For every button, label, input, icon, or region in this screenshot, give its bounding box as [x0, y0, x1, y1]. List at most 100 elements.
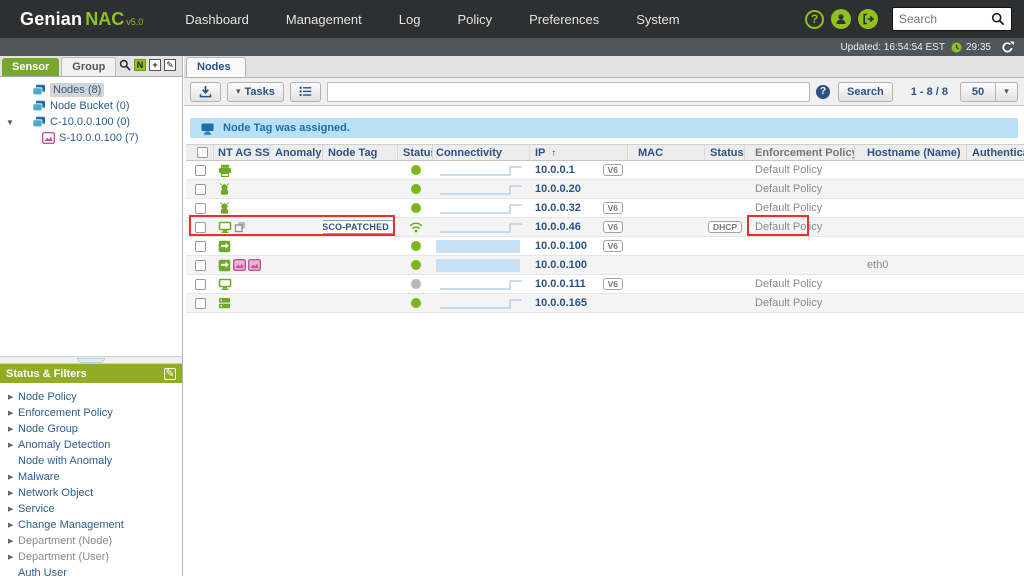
brand-logo[interactable]: Genian NAC v5.0 — [20, 9, 143, 30]
tree-search-icon[interactable] — [119, 59, 131, 71]
header-enforcement-policy[interactable]: Enforcement Policy — [745, 145, 855, 160]
expand-arrow-icon[interactable]: ▶ — [8, 441, 18, 449]
tasks-button[interactable]: ▾ Tasks — [227, 81, 284, 102]
filter-enforcement-policy[interactable]: ▶ Enforcement Policy — [0, 405, 182, 421]
table-row[interactable]: 10.0.0.100 eth0 — [186, 256, 1024, 275]
header-connectivity[interactable]: Connectivity — [433, 145, 530, 160]
tree-item-sensor-interface[interactable]: S-10.0.0.100 (7) — [0, 130, 182, 146]
new-node-icon[interactable]: N — [134, 59, 146, 71]
help-icon[interactable]: ? — [805, 9, 824, 29]
expand-arrow-icon[interactable]: ▶ — [8, 505, 18, 513]
select-all-checkbox[interactable] — [196, 147, 208, 158]
filter-change-management[interactable]: ▶ Change Management — [0, 517, 182, 533]
menu-management[interactable]: Management — [286, 12, 362, 27]
menu-log[interactable]: Log — [399, 12, 421, 27]
table-row[interactable]: 10.0.0.20 Default Policy — [186, 180, 1024, 199]
tree-item-label[interactable]: C-10.0.0.100 (0) — [50, 116, 130, 128]
node-ip[interactable]: 10.0.0.1 — [535, 164, 575, 176]
sidebar-splitter[interactable] — [0, 356, 182, 364]
header-ip[interactable]: IP ↑ — [530, 145, 628, 160]
table-row[interactable]: 10.0.0.1 V6 Default Policy — [186, 161, 1024, 180]
filter-label[interactable]: Node with Anomaly — [18, 455, 112, 467]
row-checkbox[interactable] — [194, 259, 206, 271]
header-hostname[interactable]: Hostname (Name) — [855, 145, 967, 160]
expand-arrow-icon[interactable]: ▶ — [8, 521, 18, 529]
page-size-select[interactable]: 50 — [960, 81, 996, 102]
row-checkbox[interactable] — [194, 183, 206, 195]
tab-group[interactable]: Group — [61, 57, 117, 76]
filter-malware[interactable]: ▶ Malware — [0, 469, 182, 485]
search-help-icon[interactable]: ? — [816, 84, 830, 99]
filter-auth-user[interactable]: Auth User — [0, 565, 182, 581]
add-icon[interactable]: + — [149, 59, 161, 71]
table-row[interactable]: 10.0.0.111 V6 Default Policy — [186, 275, 1024, 294]
filter-network-object[interactable]: ▶ Network Object — [0, 485, 182, 501]
filter-label[interactable]: Service — [18, 503, 55, 515]
expand-arrow-icon[interactable]: ▶ — [8, 393, 18, 401]
row-checkbox[interactable] — [194, 221, 206, 233]
filter-label[interactable]: Node Policy — [18, 391, 77, 403]
node-ip[interactable]: 10.0.0.32 — [535, 202, 581, 214]
column-list-button[interactable] — [289, 81, 321, 102]
expand-arrow-icon[interactable]: ▶ — [8, 489, 18, 497]
header-status-2[interactable]: Status — [705, 145, 745, 160]
node-ip[interactable]: 10.0.0.165 — [535, 297, 587, 309]
node-ip[interactable]: 10.0.0.20 — [535, 183, 581, 195]
export-button[interactable] — [190, 81, 221, 102]
node-ip[interactable]: 10.0.0.100 — [535, 240, 587, 252]
filter-department-node[interactable]: ▶ Department (Node) — [0, 533, 182, 549]
edit-tree-icon[interactable]: ✎ — [164, 59, 176, 71]
filter-label[interactable]: Network Object — [18, 487, 93, 499]
filter-anomaly-detection[interactable]: ▶ Anomaly Detection — [0, 437, 182, 453]
search-button[interactable]: Search — [838, 81, 893, 102]
filter-label[interactable]: Department (Node) — [18, 535, 112, 547]
tab-sensor[interactable]: Sensor — [2, 58, 60, 76]
table-row[interactable]: 10.0.0.165 Default Policy — [186, 294, 1024, 313]
filter-label[interactable]: Auth User — [18, 567, 67, 579]
tree-item-nodes[interactable]: Nodes (8) — [0, 82, 182, 98]
filter-label[interactable]: Enforcement Policy — [18, 407, 113, 419]
expand-arrow-icon[interactable]: ▶ — [8, 425, 18, 433]
splitter-handle-icon[interactable] — [77, 358, 105, 363]
row-checkbox[interactable] — [194, 297, 206, 309]
table-row[interactable]: 10.0.0.32 V6 Default Policy — [186, 199, 1024, 218]
refresh-icon[interactable] — [1001, 41, 1014, 54]
row-checkbox[interactable] — [194, 278, 206, 290]
global-search-input[interactable] — [899, 12, 991, 26]
header-nt-ag-ss[interactable]: NT AG SS — [214, 145, 270, 160]
expand-arrow-icon[interactable]: ▶ — [8, 537, 18, 545]
filter-label[interactable]: Anomaly Detection — [18, 439, 110, 451]
menu-preferences[interactable]: Preferences — [529, 12, 599, 27]
menu-system[interactable]: System — [636, 12, 679, 27]
node-filter-input[interactable] — [326, 81, 810, 102]
tree-item-label[interactable]: Node Bucket (0) — [50, 100, 129, 112]
row-checkbox[interactable] — [194, 202, 206, 214]
header-status[interactable]: Status — [398, 145, 433, 160]
tree-expand-icon[interactable]: ▼ — [6, 118, 16, 127]
edit-filters-icon[interactable]: ✎ — [164, 367, 176, 380]
filter-label[interactable]: Change Management — [18, 519, 124, 531]
node-ip[interactable]: 10.0.0.46 — [535, 221, 581, 233]
table-row-annotated[interactable]: CISCO-PATCHED 10.0.0.46 V6 DHCP Default … — [186, 218, 1024, 237]
header-anomaly[interactable]: Anomaly — [270, 145, 323, 160]
filter-node-with-anomaly[interactable]: Node with Anomaly — [0, 453, 182, 469]
logout-icon[interactable] — [858, 9, 878, 29]
table-row[interactable]: 10.0.0.100 V6 — [186, 237, 1024, 256]
filter-label[interactable]: Node Group — [18, 423, 78, 435]
page-size-caret-icon[interactable]: ▾ — [996, 81, 1018, 102]
user-icon[interactable] — [831, 9, 851, 29]
node-ip[interactable]: 10.0.0.100 — [535, 259, 587, 271]
row-checkbox[interactable] — [194, 240, 206, 252]
tree-item-node-bucket[interactable]: Node Bucket (0) — [0, 98, 182, 114]
tree-item-label[interactable]: Nodes (8) — [50, 83, 105, 97]
header-authenticate[interactable]: Authenticate — [967, 145, 1024, 160]
header-node-tag[interactable]: Node Tag — [323, 145, 398, 160]
header-mac[interactable]: MAC — [628, 145, 705, 160]
tab-nodes[interactable]: Nodes — [186, 57, 246, 77]
tree-item-label[interactable]: S-10.0.0.100 (7) — [59, 132, 139, 144]
expand-arrow-icon[interactable]: ▶ — [8, 553, 18, 561]
node-ip[interactable]: 10.0.0.111 — [535, 278, 586, 290]
tree-item-controller[interactable]: ▼ C-10.0.0.100 (0) — [0, 114, 182, 130]
filter-node-group[interactable]: ▶ Node Group — [0, 421, 182, 437]
filter-service[interactable]: ▶ Service — [0, 501, 182, 517]
